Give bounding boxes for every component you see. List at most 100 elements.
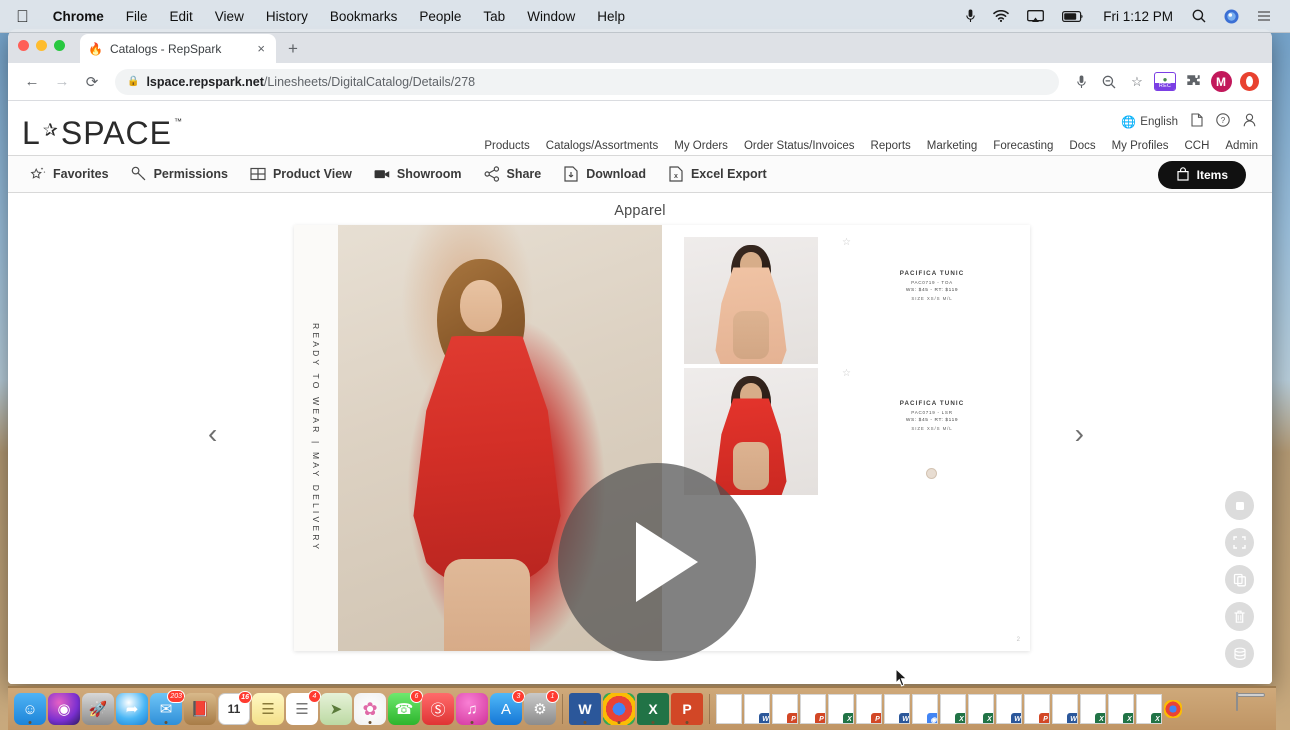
spotlight-search-icon[interactable] bbox=[1183, 9, 1215, 23]
nav-item-marketing[interactable]: Marketing bbox=[927, 140, 978, 152]
apple-logo-icon[interactable]:  bbox=[12, 8, 42, 25]
nav-item-forecasting[interactable]: Forecasting bbox=[993, 140, 1053, 152]
star-outline-icon-1[interactable]: ☆ bbox=[842, 237, 851, 248]
dock-minimized-word-doc-3[interactable]: W bbox=[996, 694, 1022, 724]
toolbar-showroom-button[interactable]: Showroom bbox=[374, 166, 462, 182]
dock-app-news[interactable]: Ⓢ bbox=[422, 693, 454, 725]
dock-minimized-excel-doc-2[interactable]: X bbox=[940, 694, 966, 724]
dock-app-finder[interactable]: ☺ bbox=[14, 693, 46, 725]
dock-minimized-chrome-doc[interactable]: ◉ bbox=[912, 694, 938, 724]
nav-item-products[interactable]: Products bbox=[484, 140, 529, 152]
browser-tab[interactable]: 🔥 Catalogs - RepSpark × bbox=[80, 34, 276, 63]
dock-trash[interactable] bbox=[1236, 692, 1266, 725]
nav-item-docs[interactable]: Docs bbox=[1069, 140, 1095, 152]
copy-pages-icon[interactable] bbox=[1225, 565, 1254, 594]
star-outline-icon-2[interactable]: ☆ bbox=[842, 368, 851, 379]
nav-item-catalogs-assortments[interactable]: Catalogs/Assortments bbox=[546, 140, 659, 152]
dock-app-contacts[interactable]: 📕 bbox=[184, 693, 216, 725]
close-window-button[interactable] bbox=[18, 40, 29, 51]
dock-app-microsoft-powerpoint[interactable]: P bbox=[671, 693, 703, 725]
opera-icon[interactable] bbox=[1236, 69, 1262, 95]
dock-app-mail[interactable]: ✉ 203 bbox=[150, 690, 185, 725]
toolbar-share-button[interactable]: Share bbox=[484, 166, 541, 182]
close-tab-icon[interactable]: × bbox=[254, 41, 268, 56]
toolbar-product-view-button[interactable]: Product View bbox=[250, 166, 352, 182]
trash-icon[interactable] bbox=[1225, 602, 1254, 631]
menu-bookmarks[interactable]: Bookmarks bbox=[319, 9, 409, 24]
layers-stack-icon[interactable] bbox=[1225, 639, 1254, 668]
menu-window[interactable]: Window bbox=[516, 9, 586, 24]
maximize-window-button[interactable] bbox=[54, 40, 65, 51]
toolbar-favorites-button[interactable]: Favorites bbox=[30, 166, 109, 182]
dock-minimized-excel-doc-5[interactable]: X bbox=[1108, 694, 1134, 724]
help-circle-icon[interactable]: ? bbox=[1216, 113, 1230, 130]
back-button[interactable]: ← bbox=[18, 68, 46, 96]
nav-item-my-profiles[interactable]: My Profiles bbox=[1112, 140, 1169, 152]
dock-minimized-chrome-window[interactable] bbox=[1164, 700, 1182, 718]
dock-app-microsoft-excel[interactable]: X bbox=[637, 693, 669, 725]
document-icon[interactable] bbox=[1191, 113, 1203, 130]
dock-app-system-preferences[interactable]: ⚙ 1 bbox=[524, 690, 559, 725]
nav-item-order-status-invoices[interactable]: Order Status/Invoices bbox=[744, 140, 855, 152]
menu-chrome[interactable]: Chrome bbox=[42, 9, 115, 24]
dock-app-app-store[interactable]: A3 bbox=[490, 690, 525, 725]
dock-app-launchpad[interactable]: 🚀 bbox=[82, 693, 114, 725]
menu-file[interactable]: File bbox=[115, 9, 159, 24]
toolbar-excel-export-button[interactable]: x Excel Export bbox=[668, 166, 767, 182]
menu-help[interactable]: Help bbox=[586, 9, 636, 24]
dock-app-microsoft-word[interactable]: W bbox=[569, 693, 601, 725]
screen-recorder-extension-icon[interactable]: ● REC bbox=[1152, 69, 1178, 95]
dock-minimized-excel-doc-3[interactable]: X bbox=[968, 694, 994, 724]
fullscreen-brackets-icon[interactable] bbox=[1225, 528, 1254, 557]
language-selector[interactable]: 🌐 English bbox=[1121, 115, 1178, 129]
menu-history[interactable]: History bbox=[255, 9, 319, 24]
dock-minimized-ppt-doc-2[interactable]: P bbox=[800, 694, 826, 724]
user-account-icon[interactable] bbox=[1243, 113, 1256, 130]
bookmark-star-icon[interactable]: ☆ bbox=[1124, 69, 1150, 95]
menubar-clock[interactable]: Fri 1:12 PM bbox=[1093, 9, 1183, 24]
menu-tab[interactable]: Tab bbox=[472, 9, 516, 24]
new-tab-button[interactable]: + bbox=[288, 39, 298, 59]
profile-avatar[interactable]: M bbox=[1208, 69, 1234, 95]
reload-button[interactable]: ⟳ bbox=[78, 68, 106, 96]
dock-minimized-word-doc-2[interactable]: W bbox=[884, 694, 910, 724]
dock-minimized-ppt-doc-3[interactable]: P bbox=[856, 694, 882, 724]
dock-minimized-ppt-doc-4[interactable]: P bbox=[1024, 694, 1050, 724]
dock-app-calendar[interactable]: 11 16 bbox=[218, 691, 252, 725]
siri-icon[interactable] bbox=[1215, 9, 1248, 24]
dock-app-photos[interactable]: ✿ bbox=[354, 693, 386, 725]
wifi-icon[interactable] bbox=[984, 10, 1018, 22]
play-video-button[interactable] bbox=[558, 463, 756, 661]
dock-app-siri[interactable]: ◉ bbox=[48, 693, 80, 725]
dock-app-itunes[interactable]: ♫ bbox=[456, 693, 488, 725]
menu-view[interactable]: View bbox=[204, 9, 255, 24]
battery-icon[interactable] bbox=[1053, 10, 1093, 22]
microphone-icon[interactable] bbox=[957, 9, 984, 23]
menu-edit[interactable]: Edit bbox=[159, 9, 204, 24]
dock-app-safari[interactable]: ➦ bbox=[116, 693, 148, 725]
forward-button[interactable]: → bbox=[48, 68, 76, 96]
items-button[interactable]: Items bbox=[1157, 161, 1246, 189]
dock-app-messages[interactable]: ☎ 6 bbox=[388, 690, 423, 725]
dock-minimized-ppt-doc[interactable]: P bbox=[772, 694, 798, 724]
color-swatch[interactable] bbox=[926, 468, 937, 479]
toolbar-download-button[interactable]: Download bbox=[563, 166, 646, 182]
nav-item-cch[interactable]: CCH bbox=[1184, 140, 1209, 152]
zoom-out-icon[interactable] bbox=[1096, 69, 1122, 95]
dock-app-maps[interactable]: ➤ bbox=[320, 693, 352, 725]
nav-item-admin[interactable]: Admin bbox=[1225, 140, 1258, 152]
dock-app-notes[interactable]: ☰ bbox=[252, 693, 284, 725]
extensions-puzzle-icon[interactable] bbox=[1180, 69, 1206, 95]
airplay-icon[interactable] bbox=[1018, 9, 1053, 23]
next-page-button[interactable]: › bbox=[1075, 418, 1084, 450]
product-thumbnail-1[interactable] bbox=[684, 237, 818, 364]
dock-minimized-excel-doc-4[interactable]: X bbox=[1080, 694, 1106, 724]
dock-app-reminders[interactable]: ☰ 4 bbox=[286, 690, 321, 725]
dock-app-google-chrome[interactable] bbox=[603, 693, 635, 725]
dock-minimized-excel-doc[interactable]: X bbox=[828, 694, 854, 724]
dock-minimized-word-doc[interactable]: W bbox=[744, 694, 770, 724]
lspace-logo[interactable]: L ✰ SPACE ™ bbox=[22, 115, 183, 152]
address-bar[interactable]: 🔒 lspace.repspark.net/Linesheets/Digital… bbox=[115, 68, 1059, 95]
nav-item-reports[interactable]: Reports bbox=[871, 140, 911, 152]
stop-square-icon[interactable] bbox=[1225, 491, 1254, 520]
